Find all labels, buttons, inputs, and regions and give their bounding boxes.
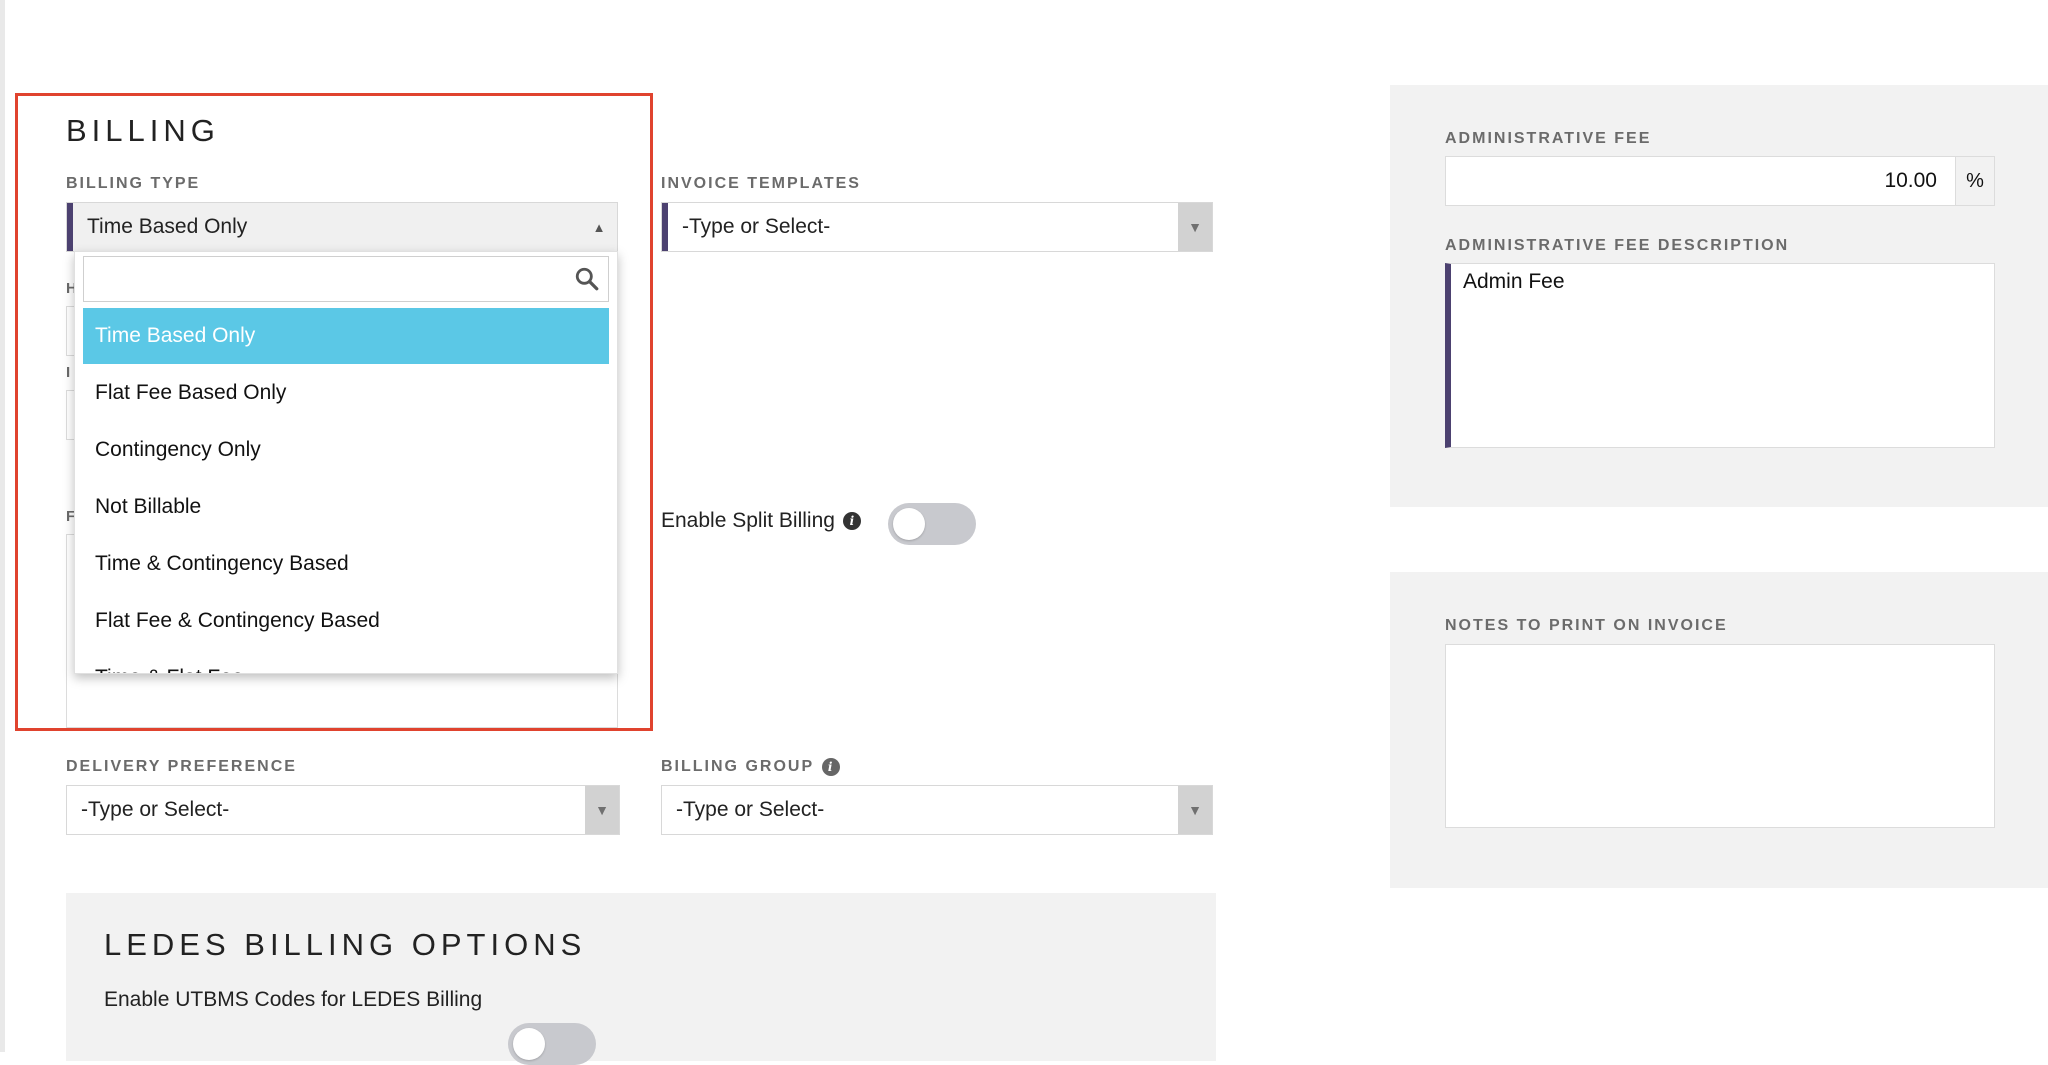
split-billing-toggle[interactable] xyxy=(888,503,976,545)
billing-type-label: BILLING TYPE xyxy=(66,175,201,192)
billing-type-option[interactable]: Time & Contingency Based xyxy=(83,536,609,592)
left-edge-strip xyxy=(0,0,5,1052)
billing-type-selected-value: Time Based Only xyxy=(87,215,248,238)
admin-fee-description-label: ADMINISTRATIVE FEE DESCRIPTION xyxy=(1445,237,1790,254)
split-billing-label-group: Enable Split Billing i xyxy=(661,509,861,533)
admin-fee-description-textarea[interactable]: Admin Fee xyxy=(1445,263,1995,448)
info-icon[interactable]: i xyxy=(822,758,841,776)
caret-up-icon: ▲ xyxy=(592,219,606,235)
info-icon[interactable]: i xyxy=(842,512,861,530)
toggle-knob xyxy=(513,1028,545,1060)
split-billing-label: Enable Split Billing xyxy=(661,509,835,532)
billing-group-select[interactable]: -Type or Select- ▼ xyxy=(661,785,1213,835)
billing-group-value: -Type or Select- xyxy=(676,798,825,821)
chevron-down-icon[interactable]: ▼ xyxy=(1178,203,1212,251)
notes-textarea[interactable] xyxy=(1445,644,1995,828)
billing-type-option[interactable]: Time Based Only xyxy=(83,308,609,364)
billing-type-option[interactable]: Flat Fee Based Only xyxy=(83,365,609,421)
billing-type-select[interactable]: Time Based Only ▲ xyxy=(66,202,618,252)
billing-type-dropdown: Time Based Only Flat Fee Based Only Cont… xyxy=(74,251,618,674)
chevron-down-icon[interactable]: ▼ xyxy=(1178,786,1212,834)
invoice-templates-label: INVOICE TEMPLATES xyxy=(661,175,861,192)
delivery-preference-label: DELIVERY PREFERENCE xyxy=(66,758,297,775)
dropdown-search-box[interactable] xyxy=(83,256,609,302)
dropdown-search-input[interactable] xyxy=(84,257,550,301)
delivery-preference-select[interactable]: -Type or Select- ▼ xyxy=(66,785,620,835)
delivery-preference-value: -Type or Select- xyxy=(81,798,230,821)
billing-type-option[interactable]: Time & Flat Fee xyxy=(83,650,609,673)
billing-type-option[interactable]: Flat Fee & Contingency Based xyxy=(83,593,609,649)
notes-label: NOTES TO PRINT ON INVOICE xyxy=(1445,617,1728,634)
invoice-templates-select[interactable]: -Type or Select- ▼ xyxy=(661,202,1213,252)
admin-fee-label: ADMINISTRATIVE FEE xyxy=(1445,130,1652,147)
toggle-knob xyxy=(893,508,925,540)
hidden-field-label-fragment: I xyxy=(66,364,71,381)
billing-section-title: BILLING xyxy=(66,113,220,148)
billing-type-option[interactable]: Not Billable xyxy=(83,479,609,535)
invoice-templates-value: -Type or Select- xyxy=(682,215,831,238)
admin-fee-input[interactable]: 10.00 xyxy=(1445,156,1956,206)
billing-group-label-group: BILLING GROUP i xyxy=(661,758,841,776)
ledes-section-title: LEDES BILLING OPTIONS xyxy=(104,927,587,962)
utbms-toggle[interactable] xyxy=(508,1023,596,1065)
search-icon xyxy=(575,267,599,291)
ledes-panel xyxy=(66,893,1216,1061)
chevron-down-icon[interactable]: ▼ xyxy=(585,786,619,834)
billing-type-option[interactable]: Contingency Only xyxy=(83,422,609,478)
utbms-label: Enable UTBMS Codes for LEDES Billing xyxy=(104,988,483,1011)
percent-unit: % xyxy=(1955,156,1995,206)
billing-group-label: BILLING GROUP xyxy=(661,758,815,775)
admin-fee-description-value: Admin Fee xyxy=(1463,270,1565,293)
